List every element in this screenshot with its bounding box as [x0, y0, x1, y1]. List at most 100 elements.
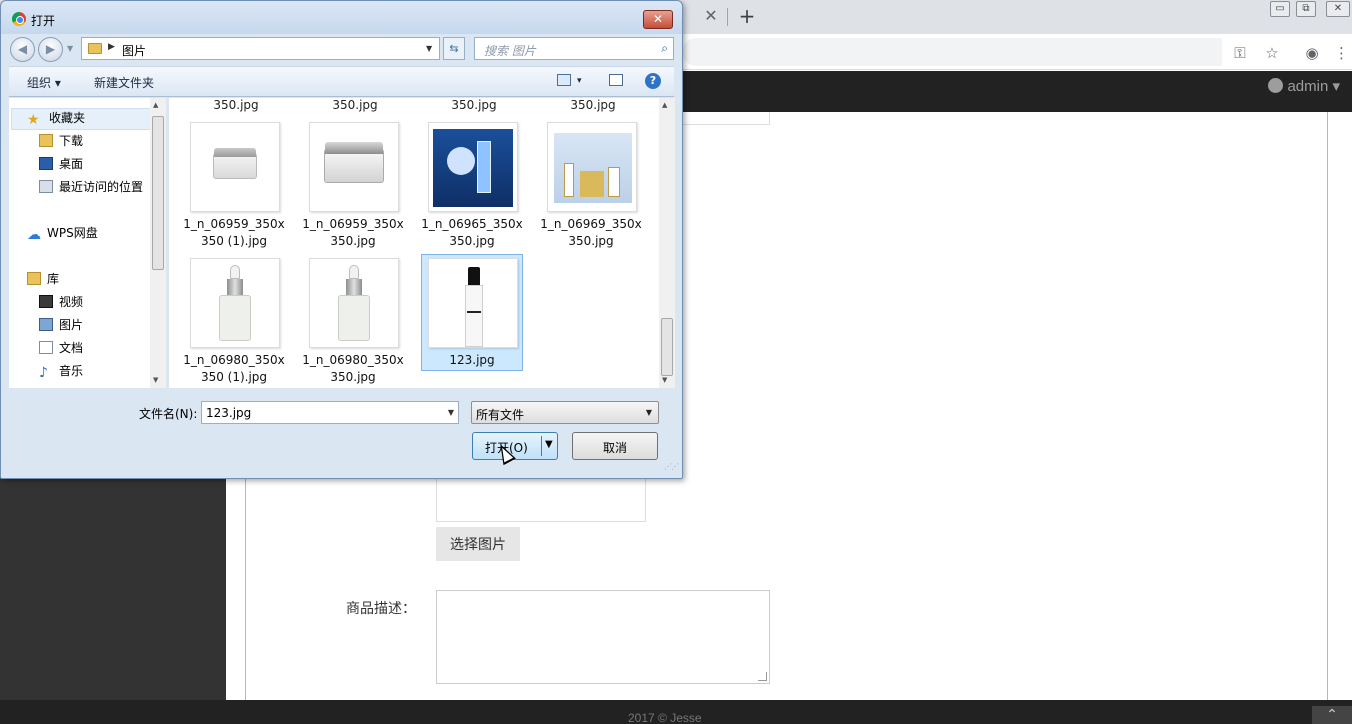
- chevron-right-icon[interactable]: ▶: [108, 42, 115, 52]
- bottle-shape: [477, 141, 491, 193]
- forward-button[interactable]: ▶: [38, 37, 63, 62]
- scroll-top-button[interactable]: ⌃: [1312, 706, 1352, 724]
- cancel-button[interactable]: 取消: [572, 432, 658, 460]
- nav-item-documents[interactable]: 文档: [39, 339, 83, 357]
- new-folder-button[interactable]: 新建文件夹: [94, 74, 154, 91]
- open-file-dialog: 打开 ✕ ◀ ▶ ▼ ▶ 图片 ▼ ⇆ 搜索 图片 ⌕ 组织 ▾ 新建文件夹 ▾…: [0, 0, 683, 479]
- file-name: 1_n_06959_350x: [183, 217, 285, 231]
- refresh-button[interactable]: ⇆: [443, 37, 465, 60]
- bottle-cap: [468, 267, 480, 285]
- search-icon[interactable]: ⌕: [661, 41, 668, 56]
- nav-item-downloads[interactable]: 下载: [39, 132, 83, 150]
- chevron-down-icon[interactable]: ▼: [448, 408, 454, 417]
- preview-pane-icon[interactable]: [609, 74, 623, 86]
- window-close-button[interactable]: ✕: [1326, 1, 1350, 17]
- dropper-bulb: [349, 265, 359, 279]
- view-dropdown-icon[interactable]: ▾: [577, 76, 582, 86]
- view-icon[interactable]: [557, 74, 571, 86]
- new-tab-button[interactable]: +: [737, 5, 757, 27]
- star-icon[interactable]: ☆: [1261, 42, 1283, 64]
- organize-menu[interactable]: 组织 ▾: [27, 74, 61, 91]
- nav-item-label: 视频: [59, 295, 84, 309]
- file-name-cont: 350.jpg: [330, 234, 376, 248]
- nav-scroll-thumb[interactable]: [152, 116, 164, 270]
- file-type-value: 所有文件: [476, 408, 525, 422]
- file-caption[interactable]: 350.jpg: [542, 98, 644, 112]
- path-dropdown-icon[interactable]: ▼: [426, 44, 432, 53]
- serum-bottle-image: [338, 265, 370, 345]
- dialog-navigation-row: ◀ ▶ ▼ ▶ 图片 ▼ ⇆ 搜索 图片 ⌕: [1, 34, 682, 62]
- nav-item-label: 音乐: [59, 364, 84, 378]
- open-button[interactable]: 打开(O) ▼: [472, 432, 558, 460]
- nav-item-recent[interactable]: 最近访问的位置: [39, 178, 143, 196]
- nav-item-label: 收藏夹: [49, 111, 86, 125]
- cloud-icon: ☁: [27, 227, 41, 243]
- dialog-titlebar[interactable]: 打开 ✕: [1, 1, 682, 34]
- file-item-selected[interactable]: 123.jpg: [421, 254, 523, 371]
- search-placeholder: 搜索 图片: [484, 44, 536, 58]
- tab-close-icon[interactable]: ✕: [703, 7, 719, 25]
- dropper-bulb: [230, 265, 240, 279]
- cream-jar-image: [213, 148, 257, 179]
- filename-input[interactable]: 123.jpg ▼: [201, 401, 459, 424]
- file-item[interactable]: 1_n_06965_350x 350.jpg: [421, 118, 523, 248]
- nav-item-music[interactable]: ♪ 音乐: [39, 362, 83, 380]
- minimize-button[interactable]: ▭: [1270, 1, 1290, 17]
- file-item[interactable]: 1_n_06959_350x 350.jpg: [302, 118, 404, 248]
- choose-image-button[interactable]: 选择图片: [436, 527, 520, 561]
- nav-item-favorites[interactable]: ★ 收藏夹: [27, 109, 85, 127]
- file-name: 1_n_06969_350x: [540, 217, 642, 231]
- recent-places-icon: [39, 180, 53, 193]
- bottle-shape: [564, 163, 574, 197]
- dialog-title: 打开: [31, 14, 56, 28]
- gift-set-image: [433, 129, 513, 207]
- restore-button[interactable]: ⧉: [1296, 1, 1316, 17]
- account-icon[interactable]: ◉: [1301, 42, 1323, 64]
- search-input[interactable]: 搜索 图片 ⌕: [474, 37, 674, 60]
- path-breadcrumb[interactable]: ▶ 图片 ▼: [81, 37, 440, 60]
- key-icon[interactable]: ⚿: [1229, 42, 1251, 64]
- star-icon: ★: [27, 112, 40, 128]
- history-dropdown-icon[interactable]: ▼: [67, 44, 73, 53]
- scroll-up-icon[interactable]: ▲: [153, 101, 158, 109]
- document-icon: [39, 341, 53, 354]
- chevron-down-icon[interactable]: ▼: [646, 408, 652, 417]
- split-divider: [541, 436, 542, 456]
- user-menu[interactable]: admin ▾: [1268, 77, 1340, 95]
- nav-item-wps[interactable]: ☁ WPS网盘: [27, 224, 98, 242]
- open-dropdown-icon[interactable]: ▼: [545, 439, 553, 450]
- file-caption[interactable]: 350.jpg: [304, 98, 406, 112]
- file-name-cont: 350 (1).jpg: [200, 370, 268, 384]
- file-item[interactable]: 1_n_06980_350x 350 (1).jpg: [183, 254, 285, 384]
- resize-grip-icon[interactable]: ⋰⋰: [664, 462, 679, 471]
- text-input[interactable]: [682, 112, 770, 125]
- description-textarea[interactable]: [436, 590, 770, 684]
- nav-item-libraries[interactable]: 库: [27, 270, 59, 288]
- file-item[interactable]: 1_n_06959_350x 350 (1).jpg: [183, 118, 285, 248]
- path-segment[interactable]: 图片: [122, 42, 146, 59]
- scroll-down-icon[interactable]: ▼: [662, 376, 667, 384]
- spray-bottle-image: [465, 267, 483, 347]
- file-item[interactable]: 1_n_06980_350x 350.jpg: [302, 254, 404, 384]
- nav-scrollbar[interactable]: ▲ ▼: [150, 98, 166, 388]
- scroll-down-icon[interactable]: ▼: [153, 376, 158, 384]
- menu-icon[interactable]: ⋮: [1334, 42, 1349, 64]
- nav-item-pictures[interactable]: 图片: [39, 316, 83, 334]
- file-type-select[interactable]: 所有文件 ▼: [471, 401, 659, 424]
- help-icon[interactable]: ?: [645, 73, 661, 89]
- files-scrollbar[interactable]: ▲ ▼: [659, 98, 675, 388]
- dropper-neck: [346, 279, 362, 295]
- omnibox[interactable]: [682, 38, 1222, 66]
- file-caption[interactable]: 350.jpg: [185, 98, 287, 112]
- file-thumbnail: [190, 122, 280, 212]
- file-item[interactable]: 1_n_06969_350x 350.jpg: [540, 118, 642, 248]
- nav-item-desktop[interactable]: 桌面: [39, 155, 83, 173]
- back-button[interactable]: ◀: [10, 37, 35, 62]
- files-scroll-thumb[interactable]: [661, 318, 673, 376]
- nav-item-label: 桌面: [59, 157, 84, 171]
- scroll-up-icon[interactable]: ▲: [662, 101, 667, 109]
- nav-item-videos[interactable]: 视频: [39, 293, 83, 311]
- file-name-cont: 350.jpg: [449, 234, 495, 248]
- file-caption[interactable]: 350.jpg: [423, 98, 525, 112]
- dialog-close-button[interactable]: ✕: [643, 10, 673, 29]
